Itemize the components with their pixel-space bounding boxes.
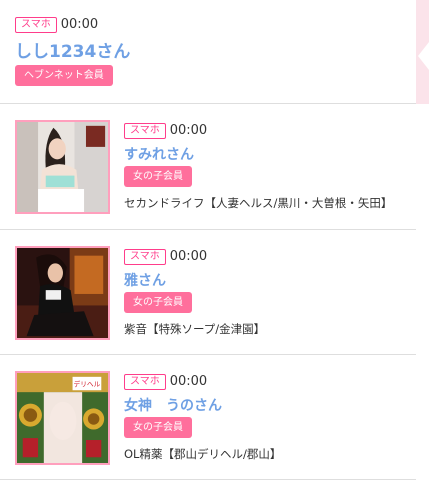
shop-link[interactable]: 紫音【特殊ソープ/金津園】 [124,321,265,337]
side-pager-tab[interactable] [416,0,429,104]
entry-meta: スマホ 00:00 [15,14,98,33]
timestamp: 00:00 [169,123,208,138]
girl-name-link[interactable]: 雅さん [124,270,265,289]
list-item[interactable]: スマホ 00:00 雅さん 女の子会員 紫音【特殊ソープ/金津園】 [0,230,416,355]
entry-meta: スマホ 00:00 [124,371,281,390]
profile-thumbnail[interactable] [15,120,110,214]
timestamp: 00:00 [169,249,208,264]
shop-link[interactable]: セカンドライフ【人妻ヘルス/黒川・大曽根・矢田】 [124,195,392,211]
entry-info: スマホ 00:00 すみれさん 女の子会員 セカンドライフ【人妻ヘルス/黒川・大曽… [124,120,392,211]
list-item[interactable]: デリヘル スマホ 00:00 女神 うのさん 女の子会員 OL精薬【郡山デリヘル/… [0,355,416,480]
girl-name-link[interactable]: すみれさん [124,144,392,163]
timestamp: 00:00 [60,17,99,32]
member-type-badge: 女の子会員 [124,166,192,187]
shop-link[interactable]: OL精薬【郡山デリヘル/郡山】 [124,446,281,462]
profile-thumbnail[interactable] [15,246,110,340]
visitor-feed: スマホ 00:00 しし1234さん ヘブンネット会員 スマホ 00:00 すみれさ… [0,0,416,480]
entry-meta: スマホ 00:00 [124,246,265,265]
device-badge: スマホ [124,373,166,390]
entry-meta: スマホ 00:00 [124,120,392,139]
list-item[interactable]: スマホ 00:00 しし1234さん ヘブンネット会員 [0,0,416,104]
entry-info: スマホ 00:00 雅さん 女の子会員 紫音【特殊ソープ/金津園】 [124,246,265,337]
device-badge: スマホ [15,16,57,33]
thumb-label: デリヘル [74,379,101,388]
member-type-badge: 女の子会員 [124,417,192,438]
profile-thumbnail[interactable]: デリヘル [15,371,110,465]
timestamp: 00:00 [169,374,208,389]
device-badge: スマホ [124,122,166,139]
girl-name-link[interactable]: 女神 うのさん [124,395,281,414]
member-type-badge: 女の子会員 [124,292,192,313]
member-type-badge: ヘブンネット会員 [15,65,113,86]
entry-info: スマホ 00:00 女神 うのさん 女の子会員 OL精薬【郡山デリヘル/郡山】 [124,371,281,462]
list-item[interactable]: スマホ 00:00 すみれさん 女の子会員 セカンドライフ【人妻ヘルス/黒川・大曽… [0,104,416,230]
chevron-left-icon [418,42,429,70]
visitor-name-link[interactable]: しし1234さん [15,37,130,62]
device-badge: スマホ [124,248,166,265]
